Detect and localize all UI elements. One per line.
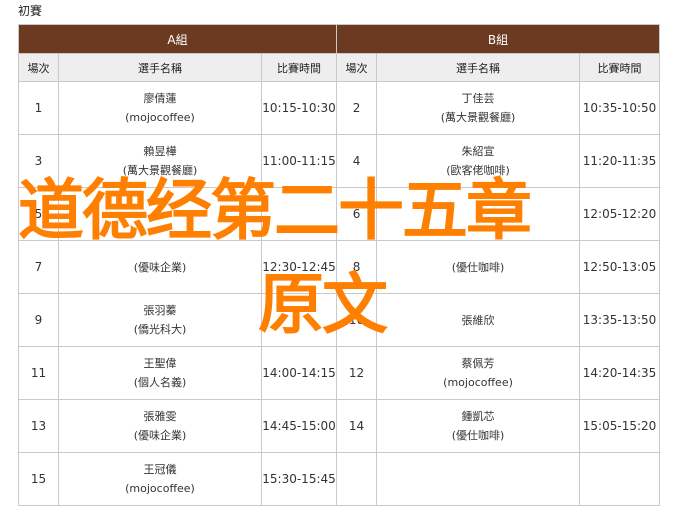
player-cell [58,187,262,241]
schedule-table: A組 B組 場次 選手名稱 比賽時間 場次 選手名稱 比賽時間 1 廖倩蓮 (moj… [17,24,661,506]
match-order: 15 [18,452,59,506]
match-order: 14 [336,399,378,453]
player-cell: (優味企業) [58,240,262,294]
col-order-a: 場次 [18,53,59,82]
match-order: 13 [18,399,59,453]
player-team: (優味企業) [133,429,187,442]
match-time: 12:30-12:45 [260,240,338,294]
match-order: 4 [336,134,378,188]
col-order-b: 場次 [336,53,378,82]
col-players-a: 選手名稱 [58,53,262,82]
player-team: (mojocoffee) [125,482,195,495]
match-order: 1 [18,81,59,135]
group-a-header: A組 [17,24,338,54]
match-order: 6 [336,187,378,241]
col-time-a: 比賽時間 [260,53,338,82]
table-row: 9 張羽蓁 (僑光科大) 10 張維欣 13:35-13:50 [18,293,661,347]
match-time: 12:50-13:05 [579,240,661,294]
match-order [336,452,378,506]
player-cell: 張維欣 [376,293,581,347]
player-cell: 王聖偉 (個人名義) [58,346,262,400]
player-name: 鍾凱芯 [461,410,495,423]
player-cell: 賴昱樺 (萬大景觀餐廳) [58,134,262,188]
table-row: 11 王聖偉 (個人名義) 14:00-14:15 12 蔡佩芳 (mojocoffee) 1… [18,346,661,400]
player-cell: 蔡佩芳 (mojocoffee) [376,346,581,400]
player-name: 廖倩蓮 [143,92,177,105]
match-time: 11:00-11:15 [260,134,338,188]
player-team: (優仕咖啡) [451,260,505,274]
player-name: 賴昱樺 [143,145,177,158]
player-cell [376,187,581,241]
player-cell: 丁佳芸 (萬大景觀餐廳) [376,81,581,135]
match-time: 10:35-10:50 [579,81,661,135]
player-team: (mojocoffee) [443,376,513,389]
player-name: 王冠儀 [143,463,177,476]
table-row: 3 賴昱樺 (萬大景觀餐廳) 11:00-11:15 4 朱紹宣 (歐客佬咖啡) 11:20-… [18,134,661,188]
match-time: 14:00-14:15 [260,346,338,400]
player-cell: 張羽蓁 (僑光科大) [58,293,262,347]
player-cell: 張雅雯 (優味企業) [58,399,262,453]
match-time: 13:35-13:50 [579,293,661,347]
player-name: 朱紹宣 [461,145,495,158]
match-time: 14:20-14:35 [579,346,661,400]
match-order: 2 [336,81,378,135]
table-row: 7 (優味企業) 12:30-12:45 8 (優仕咖啡) 12:50-13:05 [18,240,661,294]
match-order: 10 [336,293,378,347]
col-time-b: 比賽時間 [579,53,661,82]
player-team: (萬大景觀餐廳) [440,111,516,124]
match-order: 5 [18,187,59,241]
match-time: 12:05-12:20 [579,187,661,241]
match-order: 12 [336,346,378,400]
player-team: (個人名義) [133,376,187,389]
player-name: 蔡佩芳 [461,357,495,370]
player-team: (萬大景觀餐廳) [122,164,198,177]
table-row: 1 廖倩蓮 (mojocoffee) 10:15-10:30 2 丁佳芸 (萬大景觀餐廳) 1… [18,81,661,135]
player-cell: 鍾凱芯 (優仕咖啡) [376,399,581,453]
player-team: (優味企業) [133,260,187,274]
match-time: 14:45-15:00 [260,399,338,453]
match-order: 9 [18,293,59,347]
match-time [260,187,338,241]
player-name: 張雅雯 [143,410,177,423]
match-time [260,293,338,347]
match-time [579,452,661,506]
table-row: 5 6 12:05-12:20 [18,187,661,241]
player-cell: 王冠儀 (mojocoffee) [58,452,262,506]
match-time: 10:15-10:30 [260,81,338,135]
player-team: (僑光科大) [133,323,187,336]
player-cell: 朱紹宣 (歐客佬咖啡) [376,134,581,188]
match-order: 11 [18,346,59,400]
match-time: 15:30-15:45 [260,452,338,506]
player-cell: 廖倩蓮 (mojocoffee) [58,81,262,135]
player-name: 丁佳芸 [461,92,495,105]
match-order: 3 [18,134,59,188]
player-name: 張維欣 [461,313,495,327]
match-order: 7 [18,240,59,294]
player-cell [376,452,581,506]
table-row: 13 張雅雯 (優味企業) 14:45-15:00 14 鍾凱芯 (優仕咖啡) 15:05-1… [18,399,661,453]
match-order: 8 [336,240,378,294]
col-players-b: 選手名稱 [376,53,581,82]
table-row: 15 王冠儀 (mojocoffee) 15:30-15:45 [18,452,661,506]
player-name: 張羽蓁 [143,304,177,317]
match-time: 11:20-11:35 [579,134,661,188]
player-name: 王聖偉 [143,357,177,370]
page-title: 初賽 [18,4,43,18]
group-b-header: B組 [336,24,661,54]
player-team: (優仕咖啡) [451,429,505,442]
player-team: (mojocoffee) [125,111,195,124]
match-time: 15:05-15:20 [579,399,661,453]
player-team: (歐客佬咖啡) [446,164,510,177]
player-cell: (優仕咖啡) [376,240,581,294]
